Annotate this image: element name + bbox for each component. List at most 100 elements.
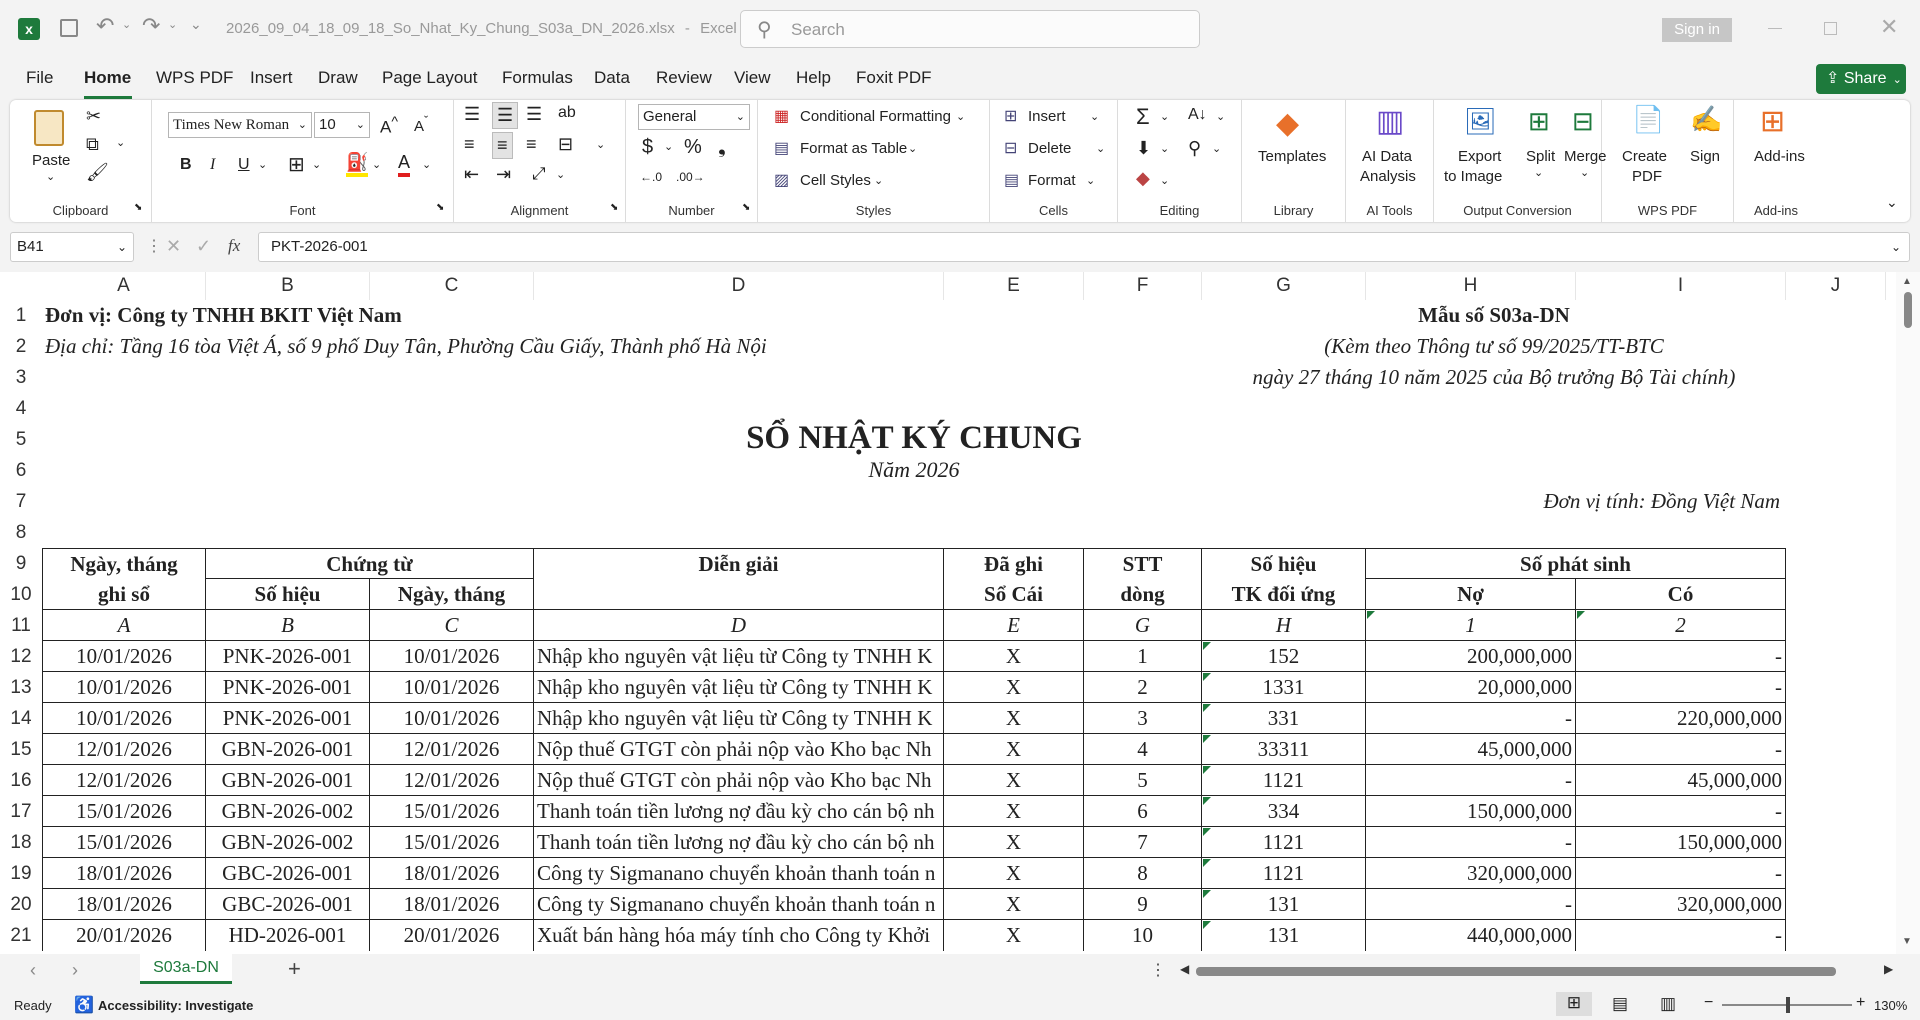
entry-account[interactable]: 131: [1202, 889, 1366, 920]
align-right-icon[interactable]: ≡: [526, 134, 537, 155]
format-as-table-dropdown-icon[interactable]: ⌄: [908, 142, 917, 155]
entry-debit[interactable]: 200,000,000: [1366, 641, 1576, 672]
next-sheet-icon[interactable]: ›: [72, 960, 78, 981]
entry-voucher-no[interactable]: PNK-2026-001: [206, 703, 370, 734]
normal-view-icon[interactable]: ⊞: [1556, 992, 1592, 1016]
cancel-entry-icon[interactable]: ✕: [166, 236, 181, 257]
fill-color-icon[interactable]: ⛽: [346, 152, 369, 177]
zoom-out-button[interactable]: −: [1704, 994, 1713, 1012]
code-cell-1[interactable]: 1: [1366, 610, 1576, 641]
number-launcher-icon[interactable]: ⬊: [742, 202, 750, 213]
entry-voucher-date[interactable]: 10/01/2026: [370, 641, 534, 672]
sort-filter-icon[interactable]: A↓: [1188, 106, 1207, 124]
align-top-icon[interactable]: ☰: [464, 104, 480, 125]
close-icon[interactable]: ✕: [1880, 14, 1898, 40]
redo-dropdown-icon[interactable]: ⌄: [168, 18, 177, 31]
tab-view[interactable]: View: [734, 68, 771, 88]
bold-button[interactable]: B: [180, 156, 192, 174]
code-cell-B[interactable]: B: [206, 610, 370, 641]
entry-description[interactable]: Công ty Sigmanano chuyển khoản thanh toá…: [534, 858, 944, 889]
row-header-17[interactable]: 17: [0, 796, 42, 827]
split-dropdown-icon[interactable]: ⌄: [1534, 166, 1543, 179]
italic-button[interactable]: I: [210, 156, 215, 174]
merge-center-icon[interactable]: ⊟: [558, 134, 573, 155]
code-cell-G[interactable]: G: [1084, 610, 1202, 641]
split-button[interactable]: Split: [1526, 148, 1555, 165]
tab-help[interactable]: Help: [796, 68, 831, 88]
header-amount[interactable]: Số phát sinh: [1366, 548, 1786, 579]
font-color-icon[interactable]: A: [398, 152, 411, 177]
entry-posted[interactable]: X: [944, 796, 1084, 827]
maximize-icon[interactable]: [1824, 22, 1837, 35]
confirm-entry-icon[interactable]: ✓: [196, 236, 211, 257]
entry-description[interactable]: Nhập kho nguyên vật liệu từ Công ty TNHH…: [534, 703, 944, 734]
minimize-icon[interactable]: [1768, 28, 1782, 29]
share-button[interactable]: ⇪ Share ⌄: [1816, 64, 1906, 94]
row-header-11[interactable]: 11: [0, 610, 42, 641]
orientation-dropdown-icon[interactable]: ⌄: [556, 168, 565, 181]
row-header-13[interactable]: 13: [0, 672, 42, 703]
entry-credit[interactable]: -: [1576, 734, 1786, 765]
horizontal-scroll-track[interactable]: [1196, 964, 1882, 978]
row-header-9[interactable]: 9: [0, 548, 42, 579]
accessibility-status[interactable]: Accessibility: Investigate: [98, 998, 253, 1013]
signin-button[interactable]: Sign in: [1662, 18, 1732, 42]
tab-foxit-pdf[interactable]: Foxit PDF: [856, 68, 932, 88]
clear-dropdown-icon[interactable]: ⌄: [1160, 174, 1169, 187]
underline-button[interactable]: U: [238, 156, 250, 174]
col-header-C[interactable]: C: [370, 272, 534, 300]
entry-posted[interactable]: X: [944, 672, 1084, 703]
entry-voucher-date[interactable]: 10/01/2026: [370, 672, 534, 703]
entry-debit[interactable]: 45,000,000: [1366, 734, 1576, 765]
entry-line-no[interactable]: 8: [1084, 858, 1202, 889]
scroll-down-icon[interactable]: ▼: [1902, 936, 1912, 947]
entry-line-no[interactable]: 7: [1084, 827, 1202, 858]
entry-account[interactable]: 33311: [1202, 734, 1366, 765]
row-header-2[interactable]: 2: [0, 331, 42, 362]
orientation-icon[interactable]: ⤢: [532, 164, 546, 184]
entry-voucher-no[interactable]: HD-2026-001: [206, 920, 370, 951]
entry-debit[interactable]: 320,000,000: [1366, 858, 1576, 889]
redo-icon[interactable]: ↷: [142, 13, 160, 39]
entry-account[interactable]: 334: [1202, 796, 1366, 827]
entry-date[interactable]: 18/01/2026: [42, 889, 206, 920]
format-as-table-button[interactable]: Format as Table: [800, 140, 907, 157]
entry-line-no[interactable]: 3: [1084, 703, 1202, 734]
zoom-slider-thumb[interactable]: [1786, 997, 1790, 1013]
header-line-no[interactable]: STT dòng: [1084, 548, 1202, 610]
tab-draw[interactable]: Draw: [318, 68, 358, 88]
entry-account[interactable]: 1331: [1202, 672, 1366, 703]
row-header-16[interactable]: 16: [0, 765, 42, 796]
entry-voucher-no[interactable]: PNK-2026-001: [206, 672, 370, 703]
entry-line-no[interactable]: 2: [1084, 672, 1202, 703]
align-center-icon[interactable]: ≡: [492, 132, 513, 159]
align-bottom-icon[interactable]: ☰: [526, 104, 542, 125]
increase-indent-icon[interactable]: ⇥: [496, 164, 511, 185]
entry-voucher-date[interactable]: 18/01/2026: [370, 858, 534, 889]
header-account[interactable]: Số hiệu TK đối ứng: [1202, 548, 1366, 610]
code-cell-2[interactable]: 2: [1576, 610, 1786, 641]
entry-debit[interactable]: -: [1366, 765, 1576, 796]
row-header-18[interactable]: 18: [0, 827, 42, 858]
create-pdf-line2[interactable]: PDF: [1632, 168, 1662, 185]
sort-filter-dropdown-icon[interactable]: ⌄: [1216, 110, 1225, 123]
cut-icon[interactable]: ✂: [86, 106, 101, 127]
add-ins-button[interactable]: Add-ins: [1754, 148, 1805, 165]
add-sheet-button[interactable]: +: [288, 956, 301, 982]
entry-credit[interactable]: -: [1576, 796, 1786, 827]
entry-posted[interactable]: X: [944, 920, 1084, 951]
entry-account[interactable]: 1121: [1202, 765, 1366, 796]
formula-input[interactable]: PKT-2026-001 ⌄: [258, 232, 1910, 262]
horizontal-scroll-thumb[interactable]: [1196, 967, 1836, 976]
insert-cells-dropdown-icon[interactable]: ⌄: [1090, 110, 1099, 123]
code-cell-A[interactable]: A: [42, 610, 206, 641]
prev-sheet-icon[interactable]: ‹: [30, 960, 36, 981]
entry-debit[interactable]: 20,000,000: [1366, 672, 1576, 703]
zoom-slider[interactable]: [1722, 997, 1852, 1013]
entry-debit[interactable]: 150,000,000: [1366, 796, 1576, 827]
entry-voucher-no[interactable]: GBN-2026-001: [206, 734, 370, 765]
align-middle-icon[interactable]: ☰: [492, 102, 519, 129]
borders-dropdown-icon[interactable]: ⌄: [312, 158, 321, 171]
row-header-4[interactable]: 4: [0, 393, 42, 424]
copy-icon[interactable]: ⧉: [86, 134, 99, 155]
